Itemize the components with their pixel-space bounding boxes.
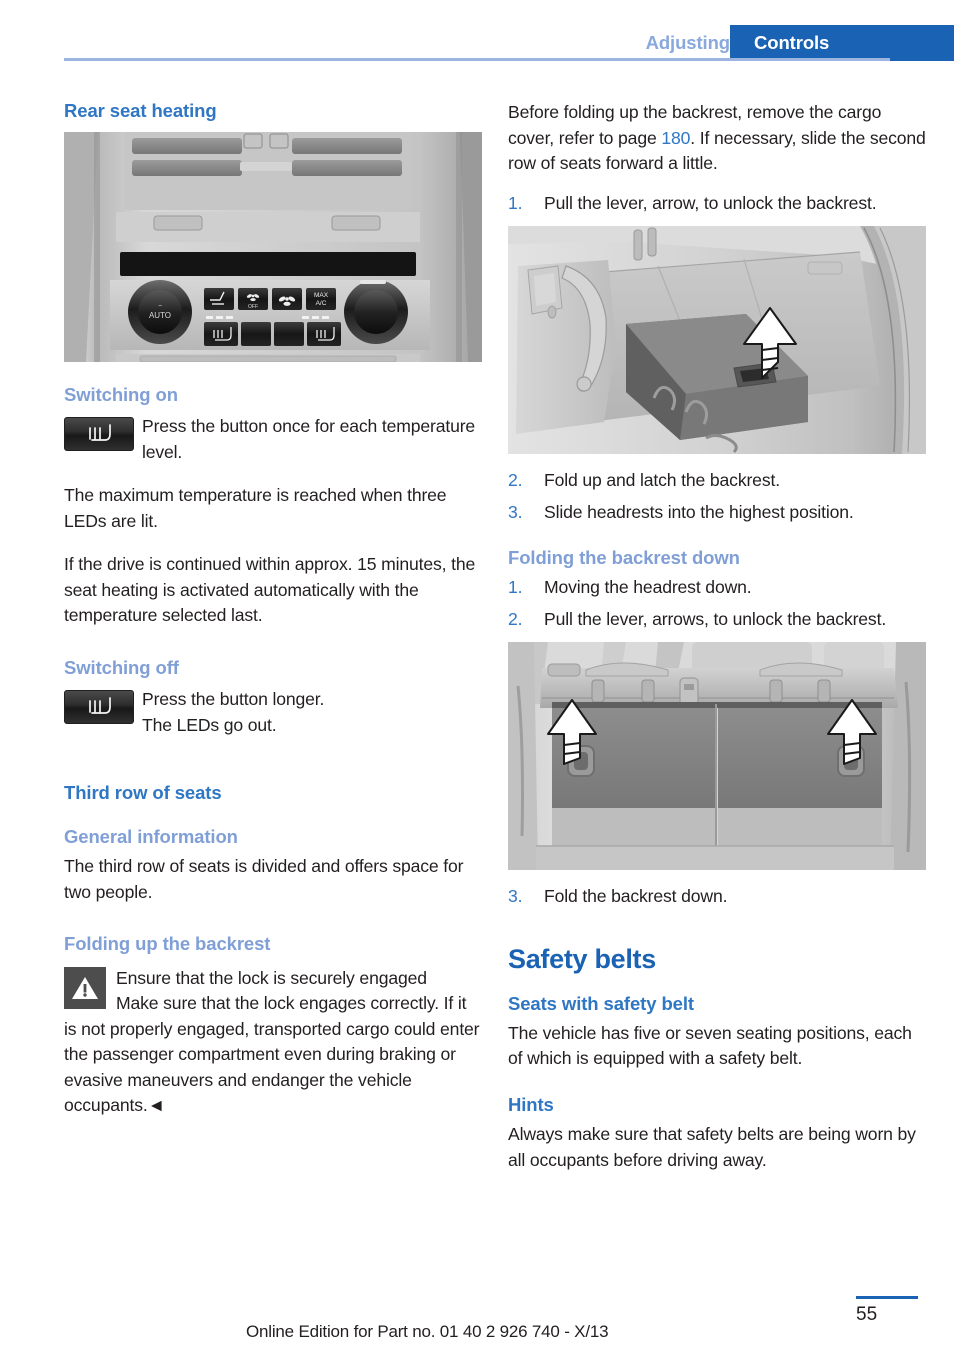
warning-block: Ensure that the lock is securely engaged… xyxy=(64,966,482,1119)
manual-page: Adjusting Controls Rear seat heating − A… xyxy=(0,0,954,1354)
figure-climate-control-panel: − AUTO OFF MAX A/C xyxy=(64,132,482,363)
header-tab-controls[interactable]: Controls xyxy=(730,25,954,61)
step-text: Moving the headrest down. xyxy=(544,577,752,598)
para-third-row: The third row of seats is divided and of… xyxy=(64,856,464,902)
auto-label: AUTO xyxy=(149,311,171,320)
seat-heating-button-icon-off xyxy=(64,690,134,725)
para-seating-positions: The vehicle has five or seven seating po… xyxy=(508,1022,912,1069)
subheading-general-information: General information xyxy=(64,826,238,848)
step-text: Fold up and latch the backrest. xyxy=(544,470,780,490)
switching-off-instruction: Press the button longer. The LEDs go out… xyxy=(64,687,482,738)
switching-on-instruction: Press the button once for each temperatu… xyxy=(64,414,482,465)
para-intro-folding: Before folding up the backrest, remove t… xyxy=(508,100,926,177)
subheading-seats-with-safety-belt: Seats with safety belt xyxy=(508,992,694,1014)
footer-page-block: 55 xyxy=(856,1296,926,1326)
ac-label: A/C xyxy=(316,300,327,307)
folding-down-steps: 1. Moving the headrest down. 2. Pull the… xyxy=(508,575,926,632)
warning-title: Ensure that the lock is securely engaged xyxy=(116,967,427,988)
footer-divider-rule xyxy=(856,1296,918,1299)
figure-cargo-backrest-unlock xyxy=(508,226,926,454)
list-item: 1. Moving the headrest down. xyxy=(508,575,926,601)
switching-on-text: Press the button once for each temperatu… xyxy=(142,416,476,462)
heading-safety-belts: Safety belts xyxy=(508,943,656,974)
step-text: Slide headrests into the highest positio… xyxy=(544,501,854,522)
switching-off-line-1: Press the button longer. xyxy=(142,689,325,710)
heading-third-row-of-seats: Third row of seats xyxy=(64,782,222,804)
heading-rear-seat-heating: Rear seat heating xyxy=(64,100,217,121)
warning-body: Make sure that the lock engages correctl… xyxy=(64,993,480,1116)
switching-off-lines: Press the button longer. The LEDs go out… xyxy=(142,687,482,738)
page-number: 55 xyxy=(856,1304,878,1325)
subheading-folding-the-backrest-down: Folding the backrest down xyxy=(508,547,740,568)
para-auto-reactivate: If the drive is continued within approx.… xyxy=(64,554,476,626)
para-max-temperature: The maximum temperature is reached when … xyxy=(64,485,447,531)
subheading-switching-off: Switching off xyxy=(64,656,179,678)
list-item: 3. Fold the backrest down. xyxy=(508,884,926,910)
subheading-folding-up-the-backrest: Folding up the backrest xyxy=(64,933,271,955)
seat-heating-button-icon xyxy=(64,417,134,452)
list-item: 2. Pull the lever, arrows, to unlock the… xyxy=(508,607,926,633)
page-header: Adjusting Controls xyxy=(0,25,954,61)
page-reference-link[interactable]: 180 xyxy=(661,128,690,148)
step-text: Fold the backrest down. xyxy=(544,886,728,907)
step-text: Pull the lever, arrows, to unlock the ba… xyxy=(544,608,887,629)
step-number: 1. xyxy=(508,192,523,213)
switching-off-line-2: The LEDs go out. xyxy=(142,714,277,735)
header-tab-adjusting[interactable]: Adjusting xyxy=(646,25,731,61)
folding-up-steps-after-figure: 2. Fold up and latch the backrest. 3. Sl… xyxy=(508,468,926,525)
footer-edition-text: Online Edition for Part no. 01 40 2 926 … xyxy=(246,1322,609,1341)
subheading-hints: Hints xyxy=(508,1093,554,1115)
right-column: Before folding up the backrest, remove t… xyxy=(508,100,926,1173)
folding-up-steps-before-figure: 1. Pull the lever, arrow, to unlock the … xyxy=(508,191,926,217)
folding-down-steps-after-figure: 3. Fold the backrest down. xyxy=(508,884,926,910)
step-number: 2. xyxy=(508,470,523,490)
list-item: 2. Fold up and latch the backrest. xyxy=(508,468,926,494)
figure-third-row-backrests xyxy=(508,642,926,871)
header-divider-rule xyxy=(64,58,890,61)
step-number: 3. xyxy=(508,501,523,522)
subheading-switching-on: Switching on xyxy=(64,384,178,406)
step-number: 2. xyxy=(508,608,523,629)
list-item: 3. Slide headrests into the highest posi… xyxy=(508,500,926,526)
off-label: OFF xyxy=(248,304,258,310)
max-label: MAX xyxy=(314,292,329,299)
warning-triangle-icon xyxy=(64,966,106,1009)
step-number: 3. xyxy=(508,886,523,907)
list-item: 1. Pull the lever, arrow, to unlock the … xyxy=(508,191,926,217)
svg-text:−: − xyxy=(158,303,162,310)
left-column: Rear seat heating − AUTO OFF MAX A/C Swi… xyxy=(64,100,482,1119)
step-text: Pull the lever, arrow, to unlock the bac… xyxy=(544,192,877,213)
step-number: 1. xyxy=(508,577,523,598)
para-hints: Always make sure that safety belts are b… xyxy=(508,1124,916,1170)
